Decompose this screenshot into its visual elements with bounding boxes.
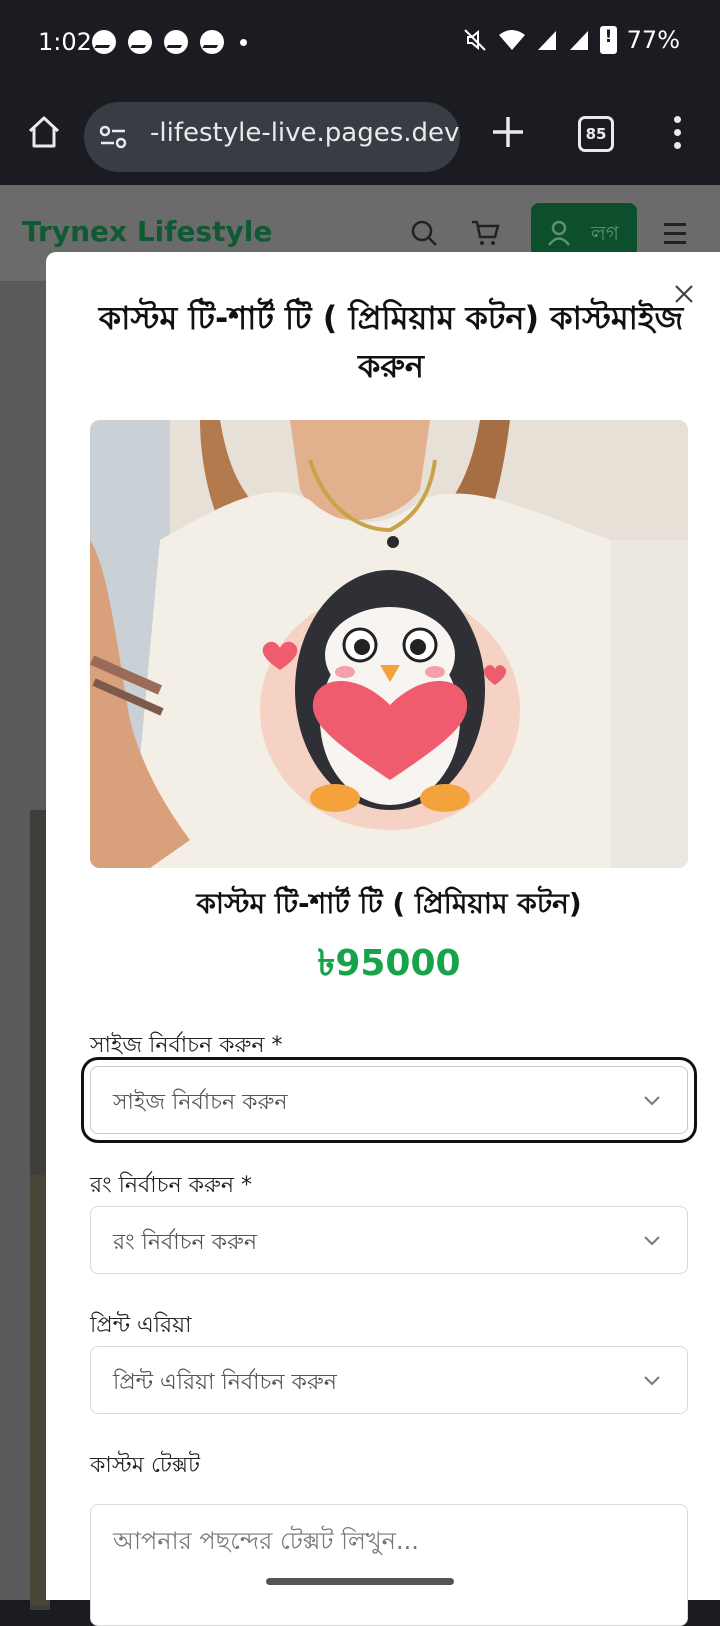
product-price: ৳95000: [317, 943, 461, 984]
user-icon: [548, 220, 570, 246]
new-tab-icon[interactable]: [488, 112, 528, 152]
address-bar[interactable]: -lifestyle-live.pages.dev: [84, 102, 460, 172]
size-select-value: সাইজ নির্বাচন করুন: [113, 1090, 288, 1115]
brand-logo[interactable]: Trynex Lifestyle: [22, 215, 272, 248]
browser-menu-icon[interactable]: [672, 116, 682, 150]
print-area-select-value: প্রিন্ট এরিয়া নির্বাচন করুন: [113, 1370, 337, 1395]
color-label: রং নির্বাচন করুন *: [90, 1173, 253, 1198]
browser-toolbar: -lifestyle-live.pages.dev 85: [0, 90, 720, 185]
cart-icon[interactable]: [470, 219, 500, 247]
custom-text-label: কাস্টম টেক্সট: [90, 1453, 201, 1478]
messenger-icon: [92, 30, 116, 54]
chevron-down-icon: [644, 1096, 660, 1106]
chevron-down-icon: [644, 1376, 660, 1386]
signal-icon: [537, 31, 556, 50]
home-icon[interactable]: [26, 114, 62, 150]
site-settings-icon[interactable]: [98, 124, 128, 150]
url-text[interactable]: -lifestyle-live.pages.dev: [150, 118, 459, 148]
mute-icon: [463, 29, 486, 51]
status-bar: 1:02 77%: [0, 0, 720, 90]
system-indicators: 77%: [462, 26, 680, 54]
print-area-select[interactable]: প্রিন্ট এরিয়া নির্বাচন করুন: [90, 1346, 688, 1414]
color-select[interactable]: রং নির্বাচন করুন: [90, 1206, 688, 1274]
customize-modal: কাস্টম টি-শার্ট টি ( প্রিমিয়াম কটন) কাস…: [46, 252, 720, 1626]
custom-text-placeholder: আপনার পছন্দের টেক্সট লিখুন...: [113, 1527, 419, 1555]
tab-switcher-button[interactable]: 85: [578, 116, 614, 152]
size-select[interactable]: সাইজ নির্বাচন করুন: [90, 1066, 688, 1134]
modal-title: কাস্টম টি-শার্ট টি ( প্রিমিয়াম কটন) কাস…: [98, 299, 684, 385]
status-time: 1:02: [38, 28, 92, 56]
messenger-icon: [200, 30, 224, 54]
search-icon[interactable]: [410, 219, 438, 247]
size-label: সাইজ নির্বাচন করুন *: [90, 1033, 283, 1058]
battery-percent: 77%: [626, 26, 680, 54]
more-notifications-dot-icon: [240, 38, 247, 46]
product-name: কাস্টম টি-শার্ট টি ( প্রিমিয়াম কটন): [196, 887, 582, 920]
battery-icon: [599, 26, 617, 54]
chevron-down-icon: [644, 1236, 660, 1246]
wifi-icon: [498, 30, 525, 50]
color-select-value: রং নির্বাচন করুন: [113, 1230, 258, 1255]
hamburger-menu-icon[interactable]: [664, 223, 686, 250]
signal-icon: [569, 31, 588, 50]
gesture-navigation-bar[interactable]: [266, 1578, 454, 1585]
product-image: [90, 420, 688, 868]
print-area-label: প্রিন্ট এরিয়া: [90, 1313, 192, 1338]
notification-icons: [92, 30, 247, 54]
messenger-icon: [128, 30, 152, 54]
custom-text-input[interactable]: আপনার পছন্দের টেক্সট লিখুন...: [90, 1504, 688, 1626]
messenger-icon: [164, 30, 188, 54]
login-label: লগ: [591, 221, 620, 245]
